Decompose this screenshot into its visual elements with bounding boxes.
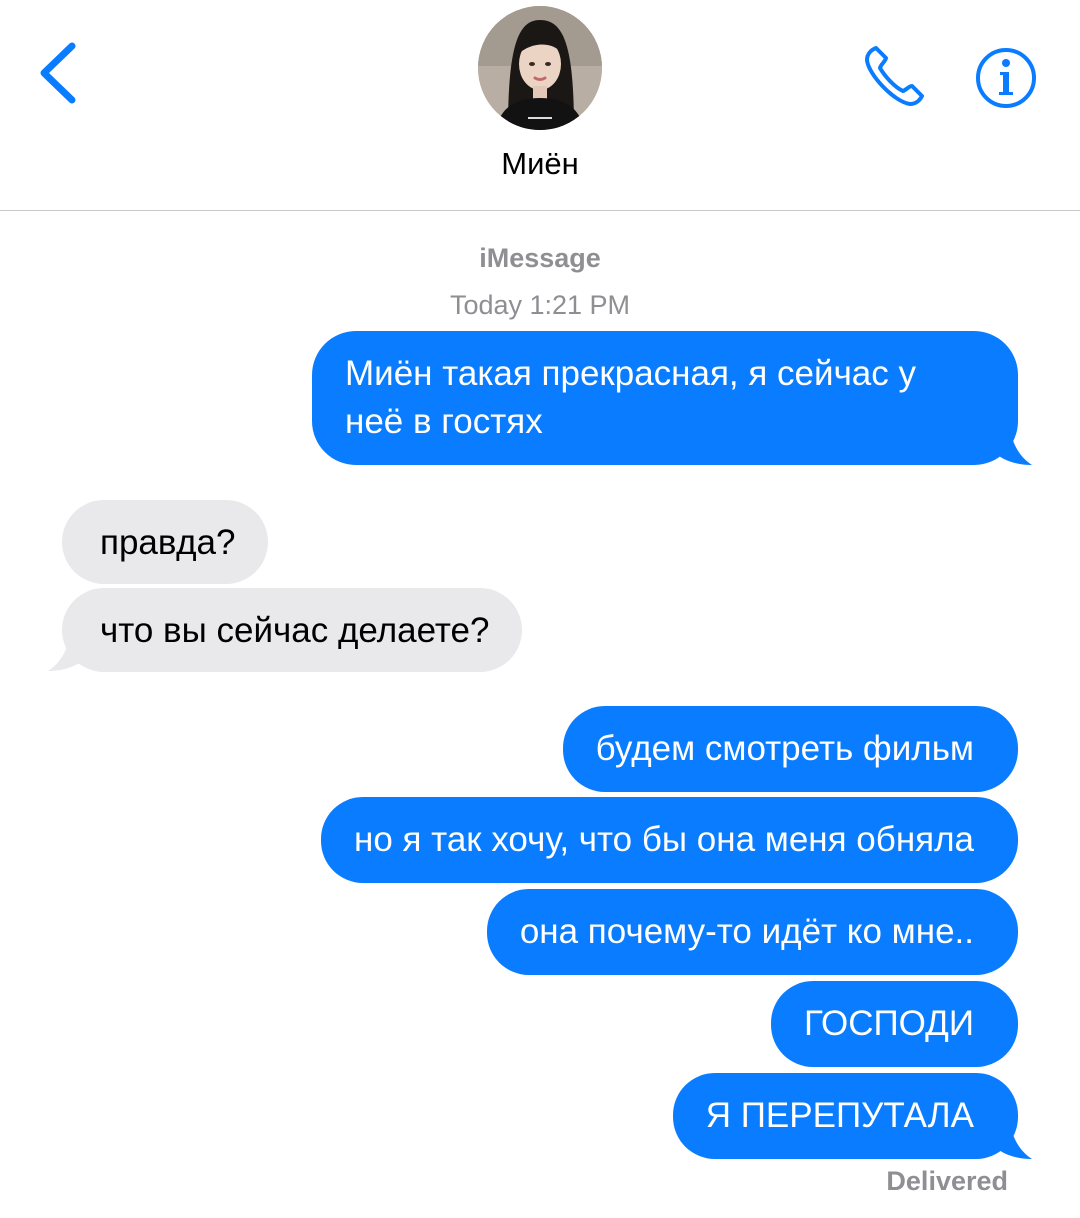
message-text-line: неё в гостях — [345, 402, 543, 441]
contact-avatar[interactable] — [478, 6, 602, 130]
call-button[interactable] — [862, 44, 930, 108]
message-text: но я так хочу, что бы она меня обняла — [353, 820, 974, 859]
message-text: она почему-то идёт ко мне.. — [519, 912, 974, 951]
contact-name[interactable]: Миён — [0, 146, 1080, 182]
bubble-tail — [990, 422, 1032, 465]
bubble-tail — [990, 1116, 1032, 1159]
outgoing-message[interactable]: будем смотреть фильм — [562, 706, 1018, 792]
incoming-message[interactable]: правда? — [62, 500, 269, 584]
message-text: ГОСПОДИ — [804, 1004, 974, 1043]
outgoing-message[interactable]: но я так хочу, что бы она меня обняла — [320, 797, 1018, 883]
service-label: iMessage — [479, 243, 601, 273]
incoming-message[interactable]: что вы сейчас делаете? — [62, 588, 523, 672]
message-text-line: Миён такая прекрасная, я сейчас у — [345, 354, 916, 393]
conversation-header: Миён — [0, 0, 1080, 211]
outgoing-message[interactable]: Я ПЕРЕПУТАЛА — [672, 1073, 1018, 1159]
message-text: что вы сейчас делаете? — [100, 611, 490, 650]
details-button[interactable] — [974, 46, 1038, 110]
chevron-left-icon — [40, 42, 76, 104]
outgoing-message[interactable]: она почему-то идёт ко мне.. — [486, 889, 1018, 975]
message-text: правда? — [100, 523, 236, 562]
outgoing-message[interactable]: Миён такая прекрасная, я сейчас у неё в … — [312, 331, 1018, 465]
outgoing-message[interactable]: ГОСПОДИ — [771, 981, 1018, 1067]
info-icon — [976, 48, 1036, 108]
message-timestamp: Today 1:21 PM — [449, 290, 631, 320]
bubble-tail — [48, 628, 90, 671]
message-text: Я ПЕРЕПУТАЛА — [705, 1096, 974, 1135]
back-button[interactable] — [34, 40, 84, 106]
message-text: будем смотреть фильм — [595, 729, 974, 768]
phone-icon — [865, 46, 924, 106]
avatar-photo — [478, 6, 602, 130]
delivery-status: Delivered — [886, 1166, 1008, 1196]
